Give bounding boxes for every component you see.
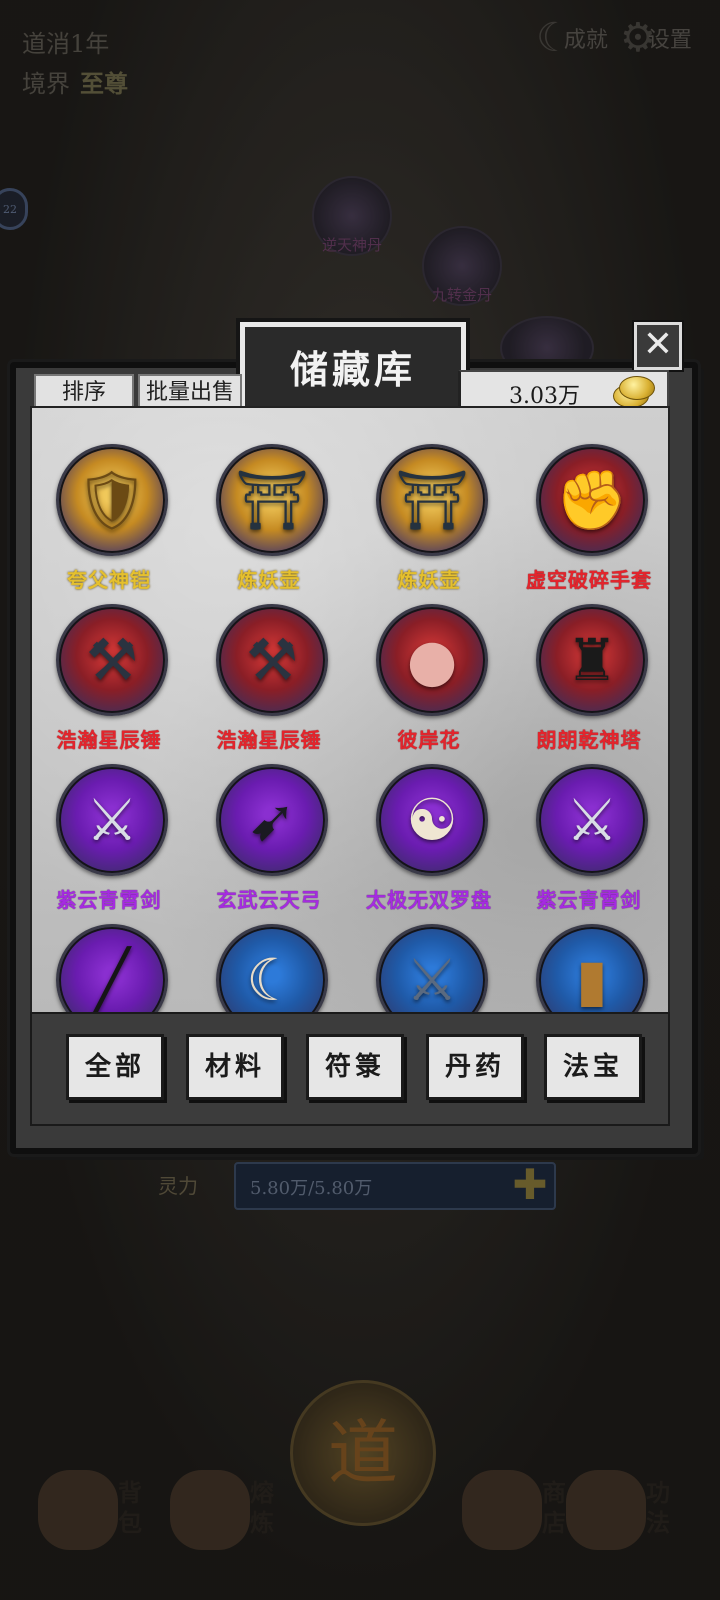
item-icon-frame: ● xyxy=(376,604,488,716)
item-slot[interactable]: ✊ 虚空破碎手套 xyxy=(512,444,668,604)
item-icon-frame: ✊ xyxy=(536,444,648,556)
item-slot[interactable]: ♜ 朗朗乾神塔 xyxy=(512,604,668,764)
item-slot[interactable]: 🛡 夸父神铠 xyxy=(32,444,192,604)
tab-treasures[interactable]: 法宝 xyxy=(544,1034,642,1100)
blade-icon: ⚔ xyxy=(406,946,458,1014)
item-grid-area[interactable]: 🛡 夸父神铠 ⛩ 炼妖壶 ⛩ 炼妖壶 ✊ 虚空破碎手套 ⚒ 浩瀚星辰锤 ⚒ 浩瀚… xyxy=(30,406,670,1014)
item-icon-frame: ☯ xyxy=(376,764,488,876)
item-icon-frame: ⚒ xyxy=(56,604,168,716)
hammer-icon: ⚒ xyxy=(86,626,138,694)
item-name: 紫云青霄剑 xyxy=(536,888,642,912)
item-slot[interactable]: ⚔ xyxy=(352,924,512,1014)
item-slot[interactable]: ╱ xyxy=(32,924,192,1014)
bow-icon: ➹ xyxy=(247,786,297,854)
close-button[interactable]: ✕ xyxy=(632,320,684,372)
item-icon-frame: ♜ xyxy=(536,604,648,716)
tower-icon: ♜ xyxy=(566,626,618,694)
club-icon: ▮ xyxy=(576,946,608,1014)
item-name: 浩瀚星辰锤 xyxy=(56,728,162,752)
pagoda-lantern-icon: ⛩ xyxy=(235,466,309,534)
pagoda-lantern-icon: ⛩ xyxy=(395,466,469,534)
item-icon-frame: ▮ xyxy=(536,924,648,1014)
item-icon-frame: ⚔ xyxy=(376,924,488,1014)
tab-materials[interactable]: 材料 xyxy=(186,1034,284,1100)
item-name: 夸父神铠 xyxy=(67,568,151,592)
taiji-compass-icon: ☯ xyxy=(406,786,458,854)
hammer-icon: ⚒ xyxy=(246,626,298,694)
item-name: 虚空破碎手套 xyxy=(526,568,652,592)
item-slot[interactable]: ⚒ 浩瀚星辰锤 xyxy=(32,604,192,764)
item-icon-frame: 🛡 xyxy=(56,444,168,556)
item-grid: 🛡 夸父神铠 ⛩ 炼妖壶 ⛩ 炼妖壶 ✊ 虚空破碎手套 ⚒ 浩瀚星辰锤 ⚒ 浩瀚… xyxy=(32,408,668,1012)
item-name: 浩瀚星辰锤 xyxy=(216,728,322,752)
item-name: 玄武云天弓 xyxy=(216,888,322,912)
item-icon-frame: ⚒ xyxy=(216,604,328,716)
tab-elixirs[interactable]: 丹药 xyxy=(426,1034,524,1100)
item-icon-frame: ⛩ xyxy=(216,444,328,556)
item-icon-frame: ☾ xyxy=(216,924,328,1014)
item-slot[interactable]: ☯ 太极无双罗盘 xyxy=(352,764,512,924)
scythe-icon: ☾ xyxy=(246,946,298,1014)
item-name: 炼妖壶 xyxy=(237,568,301,592)
item-name: 朗朗乾神塔 xyxy=(536,728,642,752)
item-icon-frame: ╱ xyxy=(56,924,168,1014)
item-slot[interactable]: ⚔ 紫云青霄剑 xyxy=(32,764,192,924)
item-icon-frame: ⚔ xyxy=(536,764,648,876)
item-icon-frame: ⛩ xyxy=(376,444,488,556)
item-name: 彼岸花 xyxy=(397,728,461,752)
armor-icon: 🛡 xyxy=(75,466,149,534)
item-icon-frame: ➹ xyxy=(216,764,328,876)
item-slot[interactable]: ⛩ 炼妖壶 xyxy=(352,444,512,604)
item-name: 太极无双罗盘 xyxy=(366,888,492,912)
item-name: 炼妖壶 xyxy=(397,568,461,592)
tab-talismans[interactable]: 符箓 xyxy=(306,1034,404,1100)
sword-icon: ⚔ xyxy=(86,786,138,854)
item-slot[interactable]: ⚔ 紫云青霄剑 xyxy=(512,764,668,924)
staff-icon: ╱ xyxy=(94,946,130,1014)
item-slot[interactable]: ➹ 玄武云天弓 xyxy=(192,764,352,924)
gauntlet-icon: ✊ xyxy=(555,466,629,534)
item-icon-frame: ⚔ xyxy=(56,764,168,876)
tab-all[interactable]: 全部 xyxy=(66,1034,164,1100)
item-slot[interactable]: ● 彼岸花 xyxy=(352,604,512,764)
item-slot[interactable]: ☾ xyxy=(192,924,352,1014)
item-name: 紫云青霄剑 xyxy=(56,888,162,912)
gold-ingot-icon xyxy=(611,374,655,408)
orb-icon: ● xyxy=(406,626,458,694)
item-slot[interactable]: ⚒ 浩瀚星辰锤 xyxy=(192,604,352,764)
item-slot[interactable]: ⛩ 炼妖壶 xyxy=(192,444,352,604)
panel-title: 储藏库 xyxy=(236,318,470,422)
item-slot[interactable]: ▮ xyxy=(512,924,668,1014)
sword-icon: ⚔ xyxy=(566,786,618,854)
